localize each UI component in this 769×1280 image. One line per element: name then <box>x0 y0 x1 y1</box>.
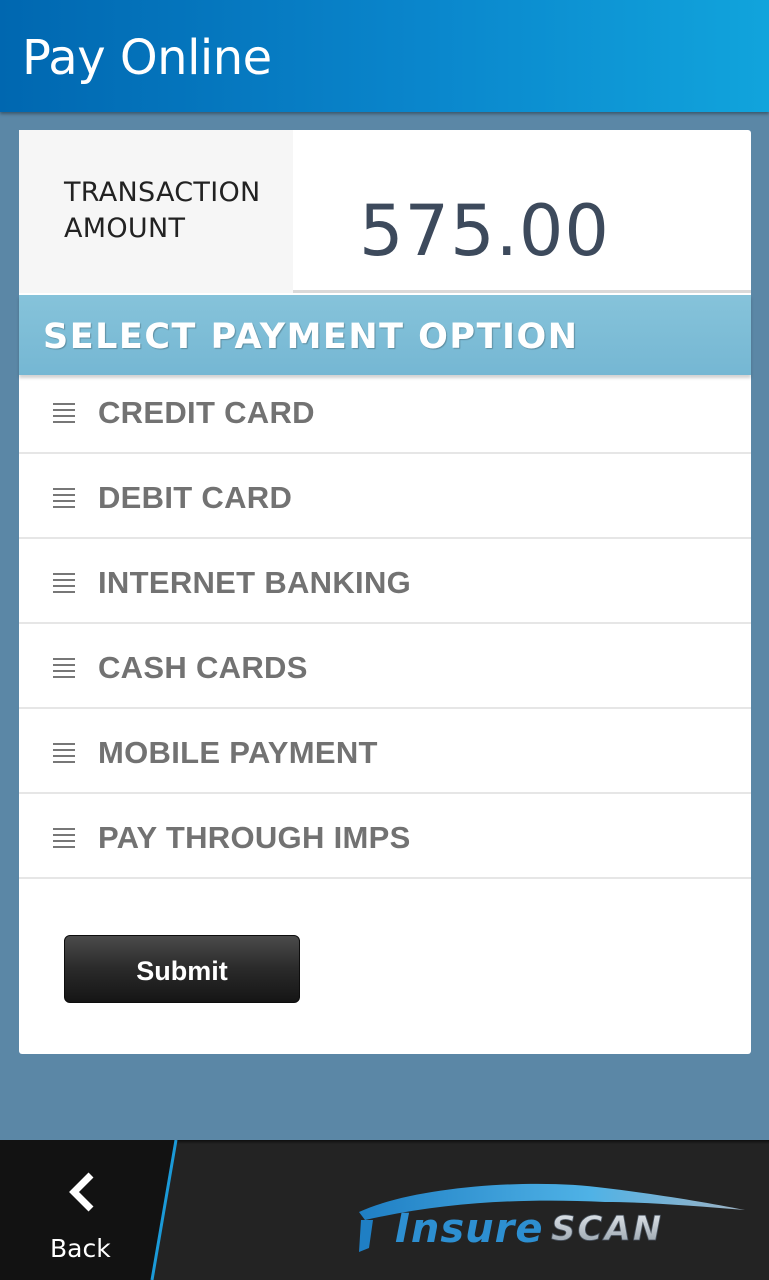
svg-text:SCAN: SCAN <box>551 1209 663 1249</box>
payment-option-label: CREDIT CARD <box>98 395 315 430</box>
transaction-amount-value: 575.00 <box>359 190 610 272</box>
menu-icon <box>53 828 75 848</box>
payment-option-label: DEBIT CARD <box>98 480 293 515</box>
menu-icon <box>53 658 75 678</box>
transaction-amount-value-box: 575.00 <box>293 130 751 293</box>
transaction-amount-label-box: TRANSACTION AMOUNT <box>19 130 293 293</box>
chevron-left-icon[interactable] <box>62 1170 102 1214</box>
payment-option-internet-banking[interactable]: INTERNET BANKING <box>19 539 751 624</box>
payment-option-title: SELECT PAYMENT OPTION <box>43 317 579 357</box>
title-bar: Pay Online <box>0 0 769 112</box>
menu-icon <box>53 743 75 763</box>
payment-option-credit-card[interactable]: CREDIT CARD <box>19 369 751 454</box>
payment-option-label: INTERNET BANKING <box>98 565 412 600</box>
menu-icon <box>53 488 75 508</box>
transaction-amount-label: TRANSACTION AMOUNT <box>64 177 261 244</box>
payment-option-label: PAY THROUGH IMPS <box>98 820 411 855</box>
payment-option-header: SELECT PAYMENT OPTION <box>19 295 751 375</box>
back-label[interactable]: Back <box>50 1234 111 1264</box>
svg-text:Insure: Insure <box>395 1206 544 1252</box>
payment-option-pay-through-imps[interactable]: PAY THROUGH IMPS <box>19 794 751 879</box>
submit-button[interactable]: Submit <box>64 935 300 1003</box>
page-title: Pay Online <box>22 30 272 86</box>
payment-option-debit-card[interactable]: DEBIT CARD <box>19 454 751 539</box>
action-bar: Back Insure SCAN <box>0 1140 769 1280</box>
menu-icon <box>53 573 75 593</box>
payment-option-label: CASH CARDS <box>98 650 308 685</box>
insurescan-logo: Insure SCAN <box>359 1183 745 1252</box>
payment-option-list: CREDIT CARD DEBIT CARD INTERNET BANKING … <box>19 369 751 879</box>
menu-icon <box>53 403 75 423</box>
payment-option-cash-cards[interactable]: CASH CARDS <box>19 624 751 709</box>
payment-option-label: MOBILE PAYMENT <box>98 735 378 770</box>
payment-card: TRANSACTION AMOUNT 575.00 SELECT PAYMENT… <box>19 130 751 1054</box>
payment-option-mobile-payment[interactable]: MOBILE PAYMENT <box>19 709 751 794</box>
